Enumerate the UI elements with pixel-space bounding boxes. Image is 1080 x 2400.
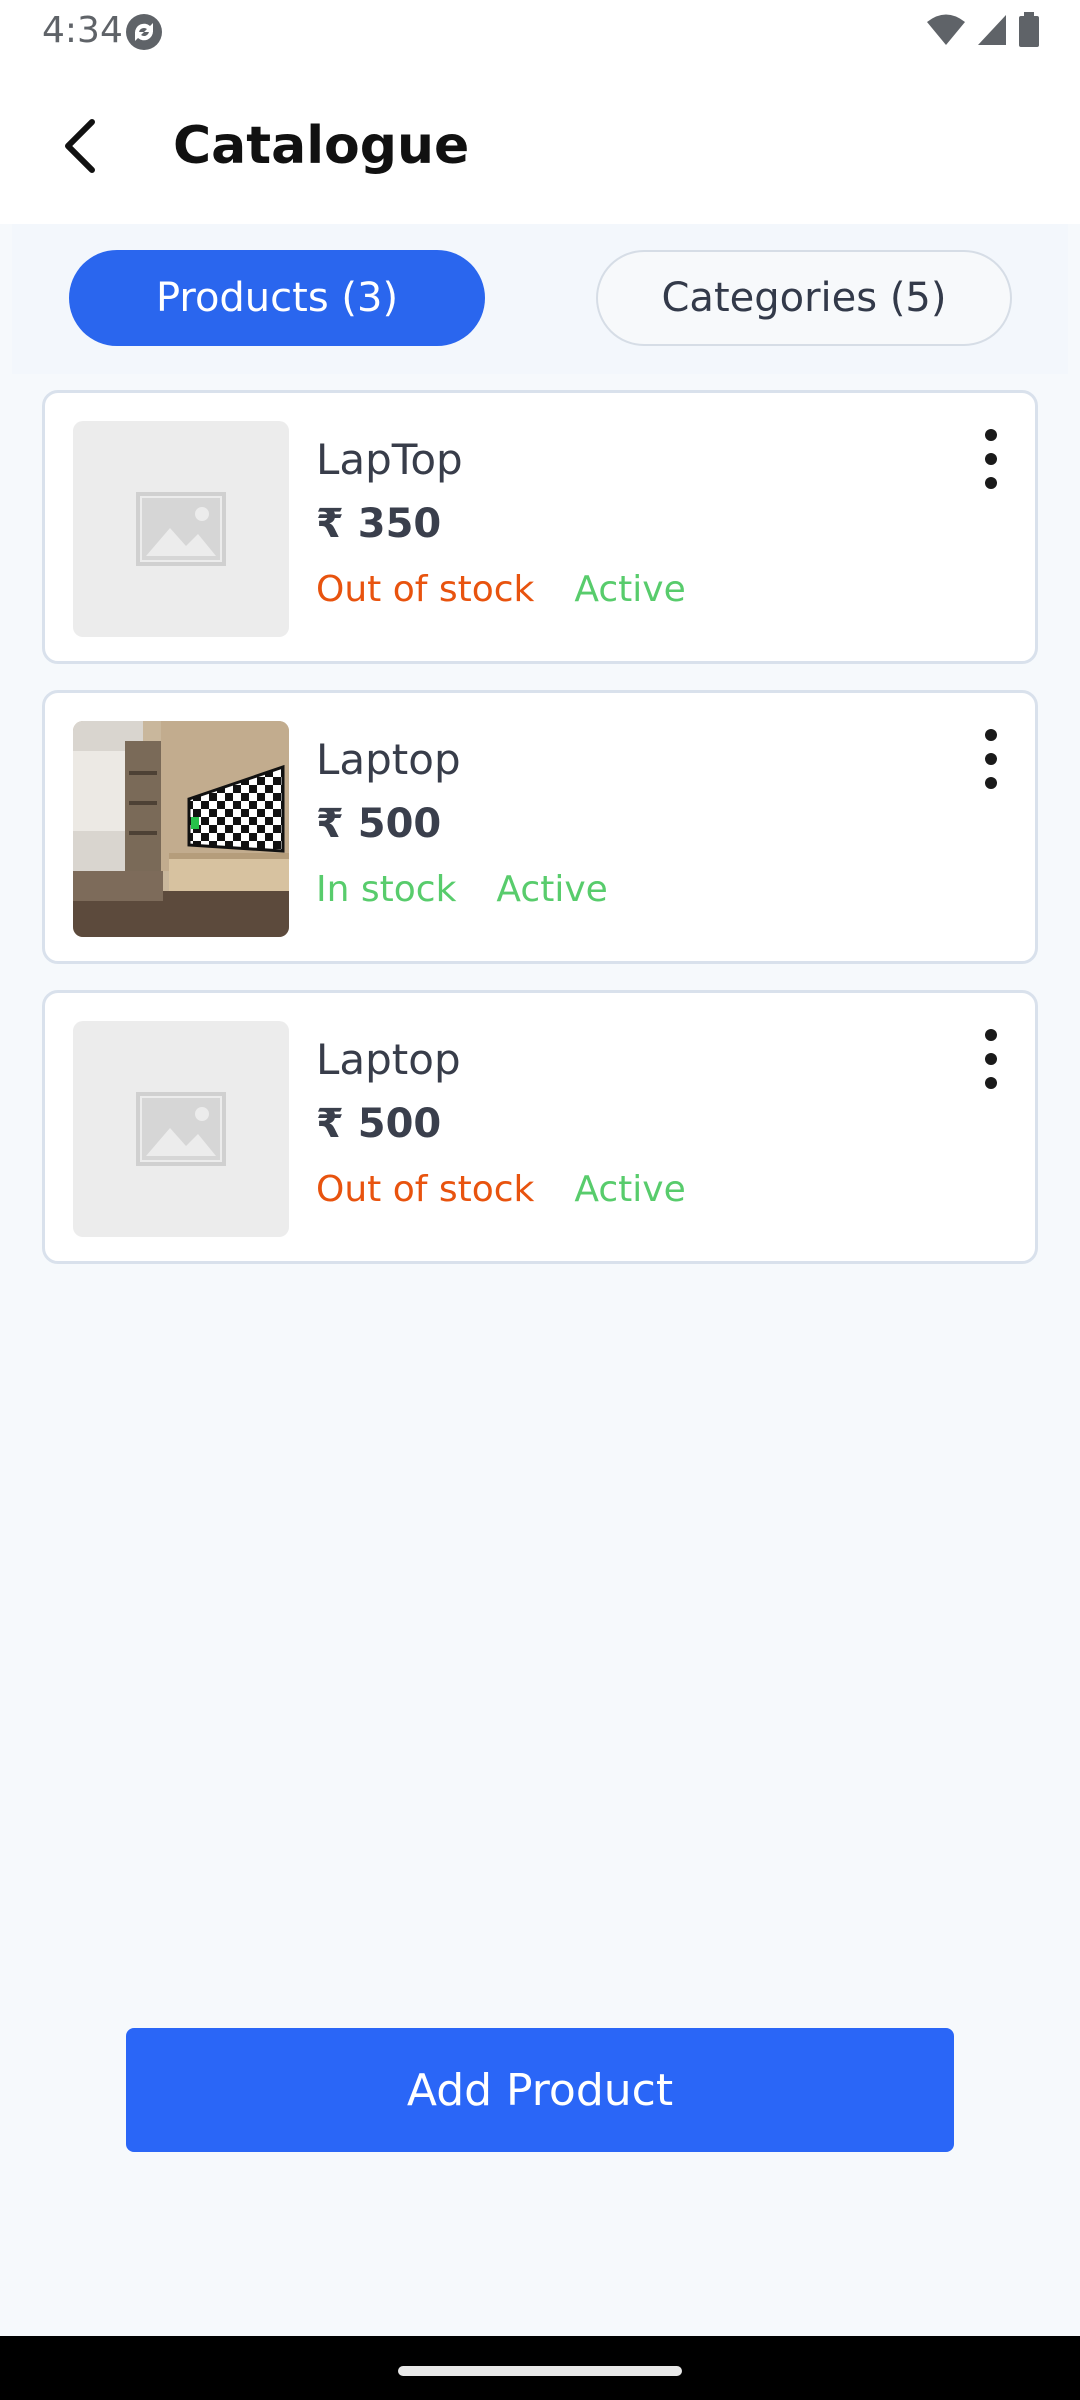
product-thumbnail: [73, 1021, 289, 1237]
active-status: Active: [574, 1169, 686, 1210]
system-nav-bar: [0, 2336, 1080, 2400]
active-status: Active: [574, 569, 686, 610]
product-name: Laptop: [316, 735, 461, 784]
status-time: 4:34: [42, 10, 123, 51]
stock-status: Out of stock: [316, 1169, 535, 1210]
stock-status: In stock: [316, 869, 457, 910]
back-button[interactable]: [48, 114, 112, 178]
wifi-icon: [927, 14, 965, 45]
product-price: ₹ 350: [316, 501, 442, 547]
room-photo: [73, 721, 289, 937]
stock-status: Out of stock: [316, 569, 535, 610]
battery-icon: [1019, 12, 1039, 47]
signal-icon: [978, 15, 1006, 45]
sync-icon: [124, 12, 164, 52]
add-product-button[interactable]: Add Product: [126, 2028, 954, 2152]
product-tags: Out of stock Active: [316, 1169, 686, 1210]
product-thumbnail: [73, 721, 289, 937]
product-thumbnail: [73, 421, 289, 637]
active-status: Active: [496, 869, 608, 910]
product-price: ₹ 500: [316, 1101, 442, 1147]
product-list: LapTop ₹ 350 Out of stock Active Laptop …: [42, 390, 1038, 1290]
placeholder-image-icon: [136, 492, 226, 566]
status-icons: [926, 12, 1040, 48]
app-bar: Catalogue: [0, 64, 1080, 224]
product-name: LapTop: [316, 435, 463, 484]
product-card[interactable]: Laptop ₹ 500 In stock Active: [42, 690, 1038, 964]
tab-categories[interactable]: Categories (5): [596, 250, 1012, 346]
product-tags: In stock Active: [316, 869, 608, 910]
product-card[interactable]: Laptop ₹ 500 Out of stock Active: [42, 990, 1038, 1264]
more-options-icon[interactable]: [979, 429, 1003, 489]
product-card[interactable]: LapTop ₹ 350 Out of stock Active: [42, 390, 1038, 664]
back-arrow-icon: [65, 119, 95, 173]
more-options-icon[interactable]: [979, 1029, 1003, 1089]
product-price: ₹ 500: [316, 801, 442, 847]
placeholder-image-icon: [136, 1092, 226, 1166]
product-name: Laptop: [316, 1035, 461, 1084]
more-options-icon[interactable]: [979, 729, 1003, 789]
status-bar: 4:34: [0, 0, 1080, 64]
tab-products[interactable]: Products (3): [69, 250, 485, 346]
page-title: Catalogue: [173, 116, 470, 176]
tab-bar: Products (3) Categories (5): [12, 224, 1068, 374]
home-gesture-handle[interactable]: [398, 2366, 682, 2376]
product-tags: Out of stock Active: [316, 569, 686, 610]
